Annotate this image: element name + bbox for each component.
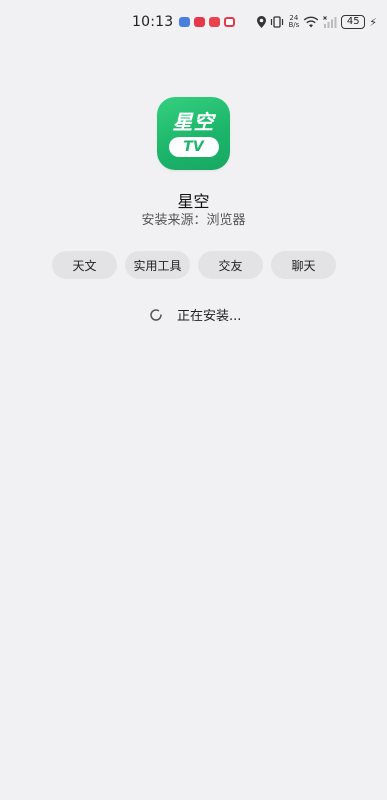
system-icons: 24 B/s 45 ⚡ <box>257 15 377 29</box>
app-notification-icon <box>224 17 236 27</box>
vibrate-icon <box>271 16 284 28</box>
battery-indicator: 45 <box>341 15 366 29</box>
network-speed: 24 B/s <box>288 14 300 29</box>
status-bar: 10:13 24 B/s 45 ⚡ <box>0 0 387 44</box>
signal-icon <box>323 16 337 28</box>
app-icon-subtitle: TV <box>168 136 219 157</box>
status-time: 10:13 <box>132 14 174 30</box>
notification-icons <box>179 17 236 27</box>
install-source: 安装来源：浏览器 <box>141 213 246 228</box>
install-status-text: 正在安装... <box>177 309 242 324</box>
tag-chip: 聊天 <box>271 251 336 279</box>
install-screen: 10:13 24 B/s 45 ⚡ 星空 TV 星空 安装来源：浏览器 天文 实… <box>0 0 387 800</box>
install-progress: 正在安装... <box>149 305 241 324</box>
loading-spinner-icon <box>150 308 162 321</box>
category-tags: 天文 实用工具 交友 聊天 <box>52 251 336 279</box>
tag-chip: 天文 <box>52 251 117 279</box>
wifi-icon <box>303 16 319 28</box>
tag-chip: 实用工具 <box>125 251 190 279</box>
charging-icon: ⚡ <box>369 15 377 29</box>
location-icon <box>257 16 267 28</box>
app-notification-icon <box>194 17 206 27</box>
app-icon-title: 星空 <box>172 109 215 134</box>
tag-chip: 交友 <box>198 251 263 279</box>
app-notification-icon <box>209 17 221 27</box>
app-icon: 星空 TV <box>157 97 230 170</box>
app-notification-icon <box>179 17 191 27</box>
